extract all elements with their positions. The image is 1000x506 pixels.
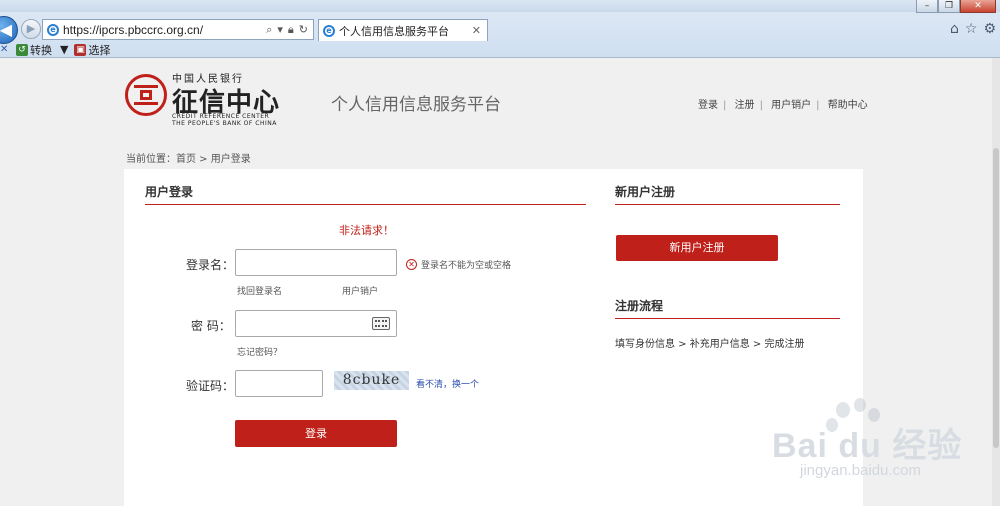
register-button[interactable]: 新用户注册	[616, 235, 778, 261]
back-button[interactable]: ◀	[0, 16, 18, 44]
password-label: 密 码：	[191, 319, 231, 333]
flow-divider	[615, 318, 840, 319]
nav-login-link[interactable]: 登录	[698, 100, 718, 111]
convert-command[interactable]: ↺ 转换 ▼	[16, 42, 68, 58]
login-button[interactable]: 登录	[235, 420, 397, 447]
error-message: 非法请求！	[339, 224, 394, 237]
nav-help-link[interactable]: 帮助中心	[828, 100, 868, 111]
home-icon[interactable]: ⌂	[950, 21, 959, 37]
nav-deregister-link[interactable]: 用户销户	[771, 100, 811, 111]
address-url[interactable]: https://ipcrs.pbccrc.org.cn/	[63, 23, 266, 37]
username-error-text: 登录名不能为空或空格	[421, 261, 512, 271]
nav-register-link[interactable]: 注册	[735, 100, 755, 111]
password-input[interactable]	[235, 310, 397, 337]
username-input[interactable]	[235, 249, 397, 276]
register-flow-text: 填写身份信息 > 补充用户信息 > 完成注册	[615, 339, 805, 350]
deregister-link[interactable]: 用户销户	[342, 284, 378, 297]
logo-english-line1: CREDIT REFERENCE CENTER	[172, 113, 270, 120]
title-bar	[0, 0, 1000, 12]
username-label: 登录名：	[186, 258, 235, 272]
select-command[interactable]: ▣ 选择	[74, 42, 110, 58]
select-label: 选择	[88, 43, 111, 57]
login-section-title: 用户登录	[145, 185, 194, 199]
refresh-icon[interactable]: ↻	[299, 23, 308, 37]
page-header: 中国人民银行 征信中心 CREDIT REFERENCE CENTER THE …	[0, 58, 1000, 140]
keyboard-icon[interactable]	[372, 317, 390, 330]
arrow-left-icon: ◀	[0, 20, 12, 39]
convert-label: 转换	[30, 43, 52, 57]
main-panel: 用户登录 非法请求！ 登录名： ✕ 登录名不能为空或空格 找回登录名 用户销户 …	[124, 169, 863, 506]
window-controls: – ❐ ✕	[916, 0, 996, 13]
favorites-star-icon[interactable]: ☆	[965, 21, 978, 37]
register-section-title: 新用户注册	[615, 185, 676, 199]
logo-english-line2: THE PEOPLE'S BANK OF CHINA	[172, 120, 277, 127]
captcha-label: 验证码：	[186, 379, 235, 393]
username-error: ✕ 登录名不能为空或空格	[406, 258, 511, 271]
command-bar: ✕ ↺ 转换 ▼ ▣ 选择	[0, 41, 1000, 58]
arrow-right-icon: ▶	[26, 22, 36, 35]
lock-icon[interactable]: 🔒︎	[288, 23, 294, 37]
register-divider	[615, 204, 840, 205]
breadcrumb: 当前位置：首页 > 用户登录	[126, 154, 251, 165]
error-icon: ✕	[406, 259, 417, 270]
browser-chrome: – ❐ ✕ ◀ ▶ e https://ipcrs.pbccrc.org.cn/…	[0, 0, 1000, 58]
convert-icon: ↺	[16, 43, 28, 56]
site-title: 个人信用信息服务平台	[331, 95, 501, 115]
captcha-input[interactable]	[235, 370, 323, 397]
close-window-button[interactable]: ✕	[960, 0, 996, 13]
ie-icon: e	[47, 23, 59, 36]
forgot-password-link[interactable]: 忘记密码？	[237, 345, 282, 358]
ie-icon: e	[323, 24, 335, 37]
top-nav: 登录 | 注册 | 用户销户 | 帮助中心	[698, 100, 868, 111]
watermark-brand: Bai du 经验	[772, 427, 963, 465]
forward-button[interactable]: ▶	[21, 19, 41, 39]
minimize-button[interactable]: –	[916, 0, 938, 13]
chevron-down-icon[interactable]: ▼	[60, 43, 68, 56]
scrollbar[interactable]	[992, 58, 1000, 506]
captcha-refresh-link[interactable]: 看不清，换一个	[416, 377, 479, 390]
search-icon[interactable]: ⌕	[266, 23, 272, 37]
close-bar-icon[interactable]: ✕	[0, 44, 10, 55]
find-username-link[interactable]: 找回登录名	[237, 284, 282, 297]
scroll-thumb[interactable]	[993, 148, 999, 448]
select-icon: ▣	[74, 43, 87, 56]
gear-icon[interactable]: ⚙	[983, 21, 996, 37]
tab-title: 个人信用信息服务平台	[339, 24, 449, 38]
address-bar[interactable]: e https://ipcrs.pbccrc.org.cn/ ⌕ ▾ 🔒︎ ↻	[42, 19, 314, 40]
restore-button[interactable]: ❐	[938, 0, 960, 13]
login-divider	[145, 204, 586, 205]
captcha-image[interactable]: 8cbuke	[334, 371, 409, 390]
dropdown-icon[interactable]: ▾	[277, 23, 283, 37]
close-tab-icon[interactable]: ✕	[472, 24, 487, 37]
browser-tab[interactable]: e 个人信用信息服务平台 ✕	[318, 19, 488, 41]
flow-section-title: 注册流程	[615, 299, 664, 313]
watermark-url: jingyan.baidu.com	[800, 462, 921, 479]
logo-seal-icon	[125, 74, 167, 116]
